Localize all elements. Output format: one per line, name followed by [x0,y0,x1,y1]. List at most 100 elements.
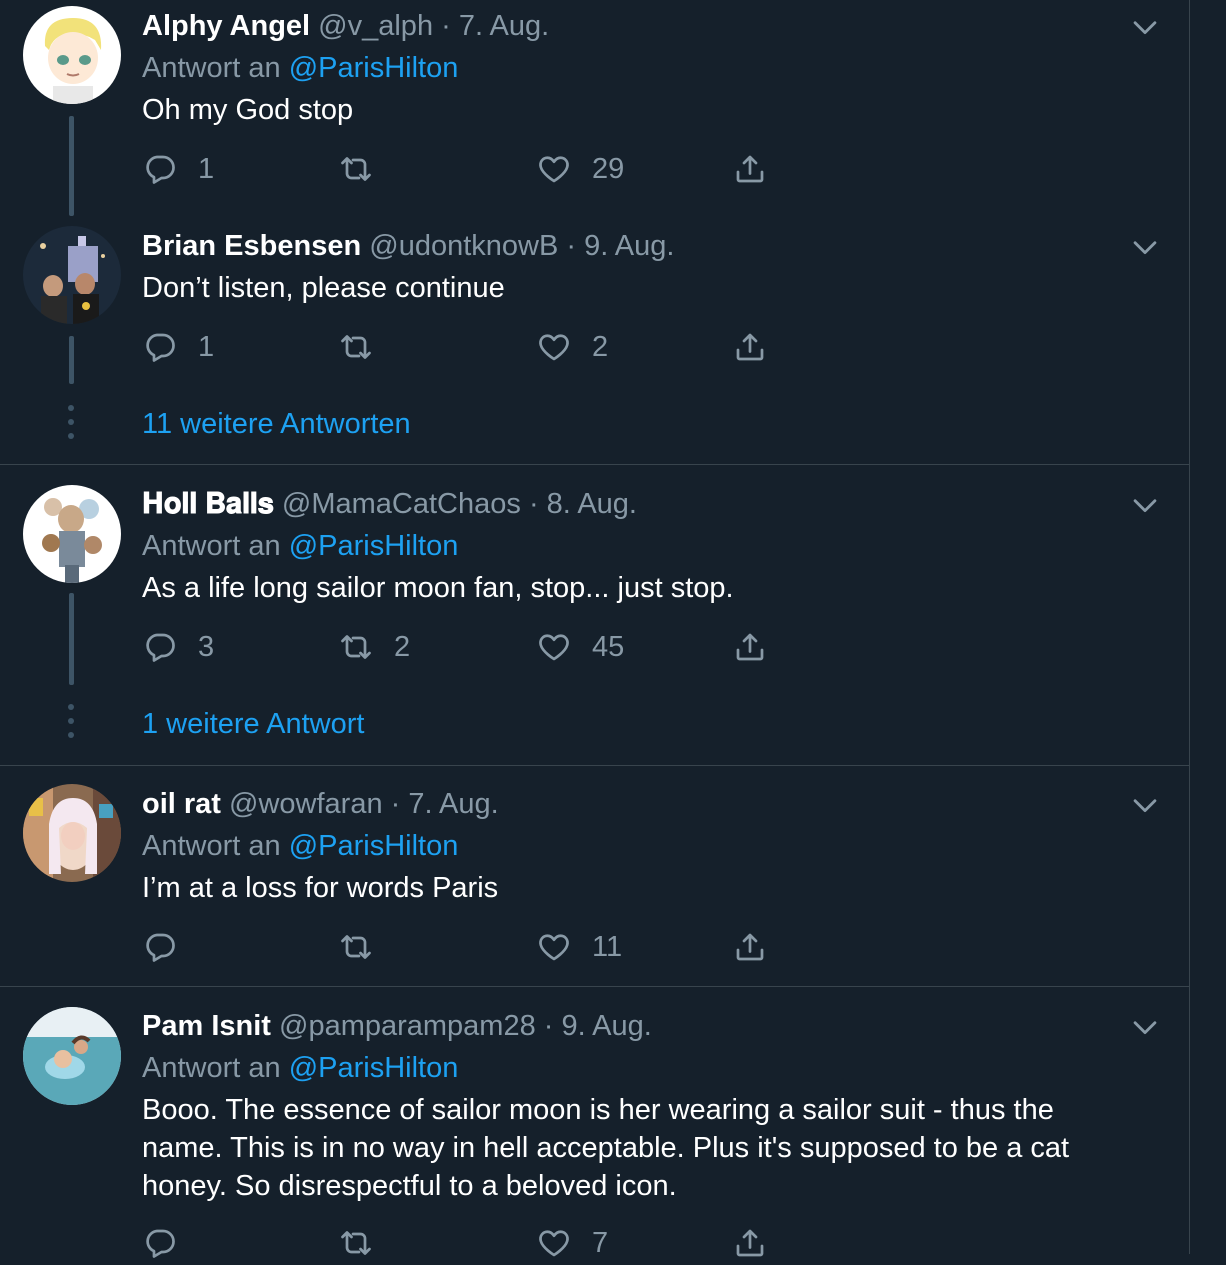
retweet-count: 2 [394,630,411,663]
like-button[interactable]: 29 [536,147,624,191]
share-icon [736,333,764,361]
reply-context: Antwort an @ParisHilton [142,50,458,86]
user-handle[interactable]: @MamaCatChaos [282,488,521,520]
chevron-down-icon[interactable] [1128,788,1162,822]
like-button[interactable]: 7 [536,1221,608,1265]
mention-link[interactable]: @ParisHilton [289,530,459,562]
user-handle[interactable]: @udontknowB [369,230,558,262]
reply-context: Antwort an @ParisHilton [142,528,458,564]
tweet-actions: 1 29 [142,147,802,191]
retweet-button[interactable] [338,325,394,369]
show-more-replies-link[interactable]: 11 weitere Antworten [142,406,411,442]
reply-context: Antwort an @ParisHilton [142,828,458,864]
heart-icon [539,334,569,361]
like-button[interactable]: 11 [536,925,622,969]
retweet-button[interactable] [338,1221,394,1265]
avatar[interactable] [23,485,121,583]
thread-line [69,593,74,685]
reply-button[interactable] [142,1221,198,1265]
tweet[interactable]: Brian Esbensen @udontknowB · 9. Aug. Don… [0,216,1189,465]
tweet-header: Alphy Angel @v_alph · 7. Aug. [142,8,549,44]
tweet[interactable]: 𝐇𝐨𝐥𝐥 𝐁𝐚𝐥𝐥𝐬 @MamaCatChaos · 8. Aug. Antwo… [0,465,1189,766]
share-icon [736,155,764,183]
avatar[interactable] [23,1007,121,1105]
avatar[interactable] [23,6,121,104]
tweet[interactable]: Pam Isnit @pamparampam28 · 9. Aug. Antwo… [0,987,1189,1259]
share-icon [736,1229,764,1257]
reply-prefix: Antwort an [142,830,289,862]
display-name[interactable]: Alphy Angel [142,10,310,42]
chevron-down-icon[interactable] [1128,1010,1162,1044]
reply-button[interactable]: 3 [142,625,214,669]
tweet-actions: 11 [142,925,802,969]
like-button[interactable]: 45 [536,625,624,669]
reply-count: 1 [198,330,215,363]
tweet-date[interactable]: 9. Aug. [584,230,674,262]
tweet-actions: 7 [142,1221,802,1265]
reply-prefix: Antwort an [142,1052,289,1084]
tweet-date[interactable]: 7. Aug. [408,788,498,820]
mention-link[interactable]: @ParisHilton [289,830,459,862]
avatar[interactable] [23,226,121,324]
tweet-text: Oh my God stop [142,94,354,126]
reply-prefix: Antwort an [142,52,289,84]
tweet-header: Brian Esbensen @udontknowB · 9. Aug. [142,228,674,264]
like-count: 29 [592,152,625,185]
tweet[interactable]: oil rat @wowfaran · 7. Aug. Antwort an @… [0,766,1189,987]
display-name[interactable]: 𝐇𝐨𝐥𝐥 𝐁𝐚𝐥𝐥𝐬 [142,488,274,520]
share-button[interactable] [732,625,768,669]
reply-count: 3 [198,630,215,663]
display-name[interactable]: oil rat [142,788,221,820]
reply-button[interactable] [142,925,198,969]
heart-icon [539,934,569,961]
separator: · [382,788,409,820]
reply-button[interactable]: 1 [142,325,214,369]
tweet-header: Pam Isnit @pamparampam28 · 9. Aug. [142,1008,652,1044]
avatar[interactable] [23,784,121,882]
display-name[interactable]: Brian Esbensen [142,230,361,262]
tweet-text: I’m at a loss for words Paris [142,872,499,904]
share-button[interactable] [732,147,768,191]
user-handle[interactable]: @v_alph [318,10,433,42]
heart-icon [539,634,569,661]
reply-context: Antwort an @ParisHilton [142,1050,458,1086]
like-count: 11 [592,930,623,963]
mention-link[interactable]: @ParisHilton [289,1052,459,1084]
mention-link[interactable]: @ParisHilton [289,52,459,84]
like-count: 2 [592,330,609,363]
chevron-down-icon[interactable] [1128,488,1162,522]
tweet-actions: 1 2 [142,325,802,369]
retweet-icon [341,1231,371,1255]
share-icon [736,633,764,661]
thread-line [69,336,74,384]
show-more-replies-link[interactable]: 1 weitere Antwort [142,706,364,742]
separator: · [558,230,585,262]
display-name[interactable]: Pam Isnit [142,1010,271,1042]
tweet-date[interactable]: 8. Aug. [547,488,637,520]
user-handle[interactable]: @wowfaran [229,788,383,820]
share-button[interactable] [732,925,768,969]
like-button[interactable]: 2 [536,325,608,369]
reply-icon [146,155,175,184]
thread-line [69,116,74,216]
retweet-button[interactable] [338,147,394,191]
tweet-text: Booo. The essence of sailor moon is her … [142,1094,1070,1202]
tweet-date[interactable]: 9. Aug. [562,1010,652,1042]
heart-icon [539,156,569,183]
reply-button[interactable]: 1 [142,147,214,191]
user-handle[interactable]: @pamparampam28 [279,1010,536,1042]
tweet[interactable]: Alphy Angel @v_alph · 7. Aug. Antwort an… [0,0,1189,216]
tweet-header: 𝐇𝐨𝐥𝐥 𝐁𝐚𝐥𝐥𝐬 @MamaCatChaos · 8. Aug. [142,486,637,522]
share-button[interactable] [732,325,768,369]
tweet-header: oil rat @wowfaran · 7. Aug. [142,786,499,822]
chevron-down-icon[interactable] [1128,230,1162,264]
share-button[interactable] [732,1221,768,1265]
separator: · [535,1010,562,1042]
reply-icon [146,633,175,662]
tweet-date[interactable]: 7. Aug. [459,10,549,42]
tweet-text: As a life long sailor moon fan, stop... … [142,572,734,604]
retweet-button[interactable]: 2 [338,625,410,669]
reply-icon [146,933,175,962]
retweet-button[interactable] [338,925,394,969]
chevron-down-icon[interactable] [1128,10,1162,44]
